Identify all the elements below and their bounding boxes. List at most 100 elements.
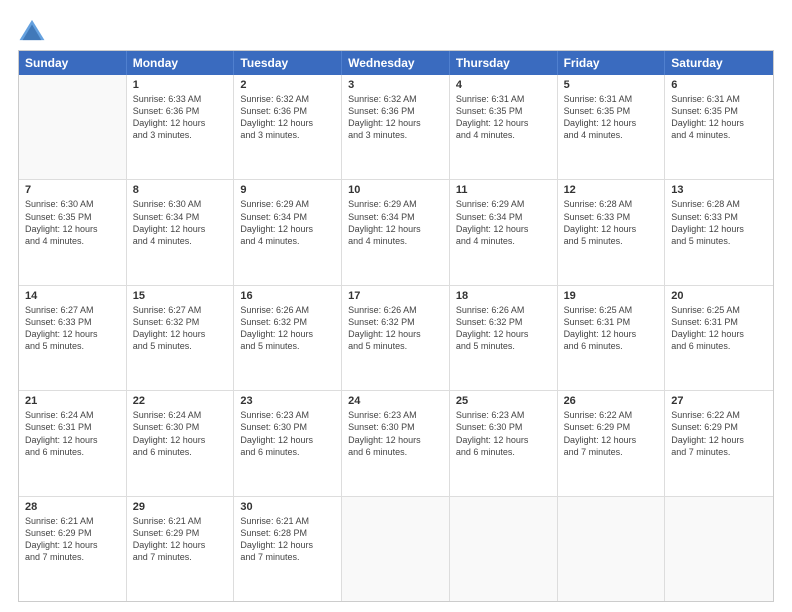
calendar-cell: 19 Sunrise: 6:25 AM Sunset: 6:31 PM Dayli… xyxy=(558,286,666,390)
day-info: Sunrise: 6:25 AM Sunset: 6:31 PM Dayligh… xyxy=(671,304,767,353)
calendar-cell: 12Sunrise: 6:28 AM Sunset: 6:33 PM Dayli… xyxy=(558,180,666,284)
header xyxy=(18,18,774,42)
day-info: Sunrise: 6:27 AM Sunset: 6:33 PM Dayligh… xyxy=(25,304,120,353)
day-info: Sunrise: 6:30 AM Sunset: 6:35 PM Dayligh… xyxy=(25,198,120,247)
day-info: Sunrise: 6:26 AM Sunset: 6:32 PM Dayligh… xyxy=(348,304,443,353)
day-info: Sunrise: 6:29 AM Sunset: 6:34 PM Dayligh… xyxy=(456,198,551,247)
day-number: 6 xyxy=(671,79,767,91)
calendar-cell: 10 Sunrise: 6:29 AM Sunset: 6:34 PM Dayli… xyxy=(342,180,450,284)
day-number: 18 xyxy=(456,290,551,302)
day-info: Sunrise: 6:23 AM Sunset: 6:30 PM Dayligh… xyxy=(348,409,443,458)
day-info: Sunrise: 6:26 AM Sunset: 6:32 PM Dayligh… xyxy=(240,304,335,353)
logo-icon xyxy=(18,18,46,42)
calendar: SundayMondayTuesdayWednesdayThursdayFrid… xyxy=(18,50,774,602)
calendar-cell xyxy=(450,497,558,601)
calendar-cell: 9 Sunrise: 6:29 AM Sunset: 6:34 PM Daylig… xyxy=(234,180,342,284)
day-number: 2 xyxy=(240,79,335,91)
day-number: 3 xyxy=(348,79,443,91)
calendar-cell: 30Sunrise: 6:21 AM Sunset: 6:28 PM Dayli… xyxy=(234,497,342,601)
day-number: 22 xyxy=(133,395,228,407)
day-number: 28 xyxy=(25,501,120,513)
day-info: Sunrise: 6:22 AM Sunset: 6:29 PM Dayligh… xyxy=(564,409,659,458)
day-info: Sunrise: 6:29 AM Sunset: 6:34 PM Dayligh… xyxy=(348,198,443,247)
header-day-sunday: Sunday xyxy=(19,51,127,75)
calendar-cell: 11Sunrise: 6:29 AM Sunset: 6:34 PM Dayli… xyxy=(450,180,558,284)
day-number: 1 xyxy=(133,79,228,91)
calendar-cell: 18 Sunrise: 6:26 AM Sunset: 6:32 PM Dayli… xyxy=(450,286,558,390)
day-info: Sunrise: 6:31 AM Sunset: 6:35 PM Dayligh… xyxy=(564,93,659,142)
day-info: Sunrise: 6:28 AM Sunset: 6:33 PM Dayligh… xyxy=(671,198,767,247)
day-info: Sunrise: 6:25 AM Sunset: 6:31 PM Dayligh… xyxy=(564,304,659,353)
calendar-cell: 7 Sunrise: 6:30 AM Sunset: 6:35 PM Daylig… xyxy=(19,180,127,284)
day-number: 21 xyxy=(25,395,120,407)
day-number: 17 xyxy=(348,290,443,302)
calendar-week-2: 7 Sunrise: 6:30 AM Sunset: 6:35 PM Daylig… xyxy=(19,179,773,284)
calendar-cell xyxy=(558,497,666,601)
day-number: 29 xyxy=(133,501,228,513)
day-info: Sunrise: 6:28 AM Sunset: 6:33 PM Dayligh… xyxy=(564,198,659,247)
day-number: 26 xyxy=(564,395,659,407)
calendar-cell: 25 Sunrise: 6:23 AM Sunset: 6:30 PM Dayli… xyxy=(450,391,558,495)
day-info: Sunrise: 6:21 AM Sunset: 6:28 PM Dayligh… xyxy=(240,515,335,564)
calendar-cell: 6 Sunrise: 6:31 AM Sunset: 6:35 PM Daylig… xyxy=(665,75,773,179)
header-day-monday: Monday xyxy=(127,51,235,75)
calendar-week-5: 28 Sunrise: 6:21 AM Sunset: 6:29 PM Dayli… xyxy=(19,496,773,601)
day-info: Sunrise: 6:24 AM Sunset: 6:30 PM Dayligh… xyxy=(133,409,228,458)
calendar-cell: 17 Sunrise: 6:26 AM Sunset: 6:32 PM Dayli… xyxy=(342,286,450,390)
calendar-cell: 14 Sunrise: 6:27 AM Sunset: 6:33 PM Dayli… xyxy=(19,286,127,390)
day-number: 24 xyxy=(348,395,443,407)
calendar-body: 1 Sunrise: 6:33 AM Sunset: 6:36 PM Daylig… xyxy=(19,75,773,601)
day-info: Sunrise: 6:27 AM Sunset: 6:32 PM Dayligh… xyxy=(133,304,228,353)
day-number: 10 xyxy=(348,184,443,196)
calendar-cell: 29 Sunrise: 6:21 AM Sunset: 6:29 PM Dayli… xyxy=(127,497,235,601)
calendar-cell: 26 Sunrise: 6:22 AM Sunset: 6:29 PM Dayli… xyxy=(558,391,666,495)
day-number: 5 xyxy=(564,79,659,91)
calendar-cell: 22 Sunrise: 6:24 AM Sunset: 6:30 PM Dayli… xyxy=(127,391,235,495)
day-number: 8 xyxy=(133,184,228,196)
day-info: Sunrise: 6:21 AM Sunset: 6:29 PM Dayligh… xyxy=(133,515,228,564)
header-day-tuesday: Tuesday xyxy=(234,51,342,75)
header-day-friday: Friday xyxy=(558,51,666,75)
day-number: 7 xyxy=(25,184,120,196)
day-number: 4 xyxy=(456,79,551,91)
calendar-week-1: 1 Sunrise: 6:33 AM Sunset: 6:36 PM Daylig… xyxy=(19,75,773,179)
day-number: 14 xyxy=(25,290,120,302)
calendar-week-4: 21 Sunrise: 6:24 AM Sunset: 6:31 PM Dayli… xyxy=(19,390,773,495)
day-info: Sunrise: 6:29 AM Sunset: 6:34 PM Dayligh… xyxy=(240,198,335,247)
calendar-cell xyxy=(19,75,127,179)
day-info: Sunrise: 6:21 AM Sunset: 6:29 PM Dayligh… xyxy=(25,515,120,564)
header-day-saturday: Saturday xyxy=(665,51,773,75)
calendar-cell: 13 Sunrise: 6:28 AM Sunset: 6:33 PM Dayli… xyxy=(665,180,773,284)
day-number: 19 xyxy=(564,290,659,302)
calendar-cell xyxy=(665,497,773,601)
day-info: Sunrise: 6:23 AM Sunset: 6:30 PM Dayligh… xyxy=(240,409,335,458)
calendar-cell: 27Sunrise: 6:22 AM Sunset: 6:29 PM Dayli… xyxy=(665,391,773,495)
header-day-thursday: Thursday xyxy=(450,51,558,75)
calendar-cell xyxy=(342,497,450,601)
day-number: 9 xyxy=(240,184,335,196)
day-info: Sunrise: 6:33 AM Sunset: 6:36 PM Dayligh… xyxy=(133,93,228,142)
calendar-cell: 4 Sunrise: 6:31 AM Sunset: 6:35 PM Daylig… xyxy=(450,75,558,179)
day-info: Sunrise: 6:26 AM Sunset: 6:32 PM Dayligh… xyxy=(456,304,551,353)
calendar-cell: 8 Sunrise: 6:30 AM Sunset: 6:34 PM Daylig… xyxy=(127,180,235,284)
day-info: Sunrise: 6:31 AM Sunset: 6:35 PM Dayligh… xyxy=(456,93,551,142)
day-number: 23 xyxy=(240,395,335,407)
calendar-cell: 24 Sunrise: 6:23 AM Sunset: 6:30 PM Dayli… xyxy=(342,391,450,495)
day-info: Sunrise: 6:30 AM Sunset: 6:34 PM Dayligh… xyxy=(133,198,228,247)
calendar-cell: 16Sunrise: 6:26 AM Sunset: 6:32 PM Dayli… xyxy=(234,286,342,390)
calendar-cell: 2Sunrise: 6:32 AM Sunset: 6:36 PM Daylig… xyxy=(234,75,342,179)
calendar-cell: 20 Sunrise: 6:25 AM Sunset: 6:31 PM Dayli… xyxy=(665,286,773,390)
day-number: 13 xyxy=(671,184,767,196)
calendar-cell: 15Sunrise: 6:27 AM Sunset: 6:32 PM Dayli… xyxy=(127,286,235,390)
day-number: 20 xyxy=(671,290,767,302)
day-info: Sunrise: 6:22 AM Sunset: 6:29 PM Dayligh… xyxy=(671,409,767,458)
calendar-cell: 5 Sunrise: 6:31 AM Sunset: 6:35 PM Daylig… xyxy=(558,75,666,179)
day-info: Sunrise: 6:31 AM Sunset: 6:35 PM Dayligh… xyxy=(671,93,767,142)
day-number: 25 xyxy=(456,395,551,407)
day-info: Sunrise: 6:23 AM Sunset: 6:30 PM Dayligh… xyxy=(456,409,551,458)
calendar-header: SundayMondayTuesdayWednesdayThursdayFrid… xyxy=(19,51,773,75)
header-day-wednesday: Wednesday xyxy=(342,51,450,75)
day-info: Sunrise: 6:32 AM Sunset: 6:36 PM Dayligh… xyxy=(348,93,443,142)
calendar-cell: 1 Sunrise: 6:33 AM Sunset: 6:36 PM Daylig… xyxy=(127,75,235,179)
day-info: Sunrise: 6:24 AM Sunset: 6:31 PM Dayligh… xyxy=(25,409,120,458)
